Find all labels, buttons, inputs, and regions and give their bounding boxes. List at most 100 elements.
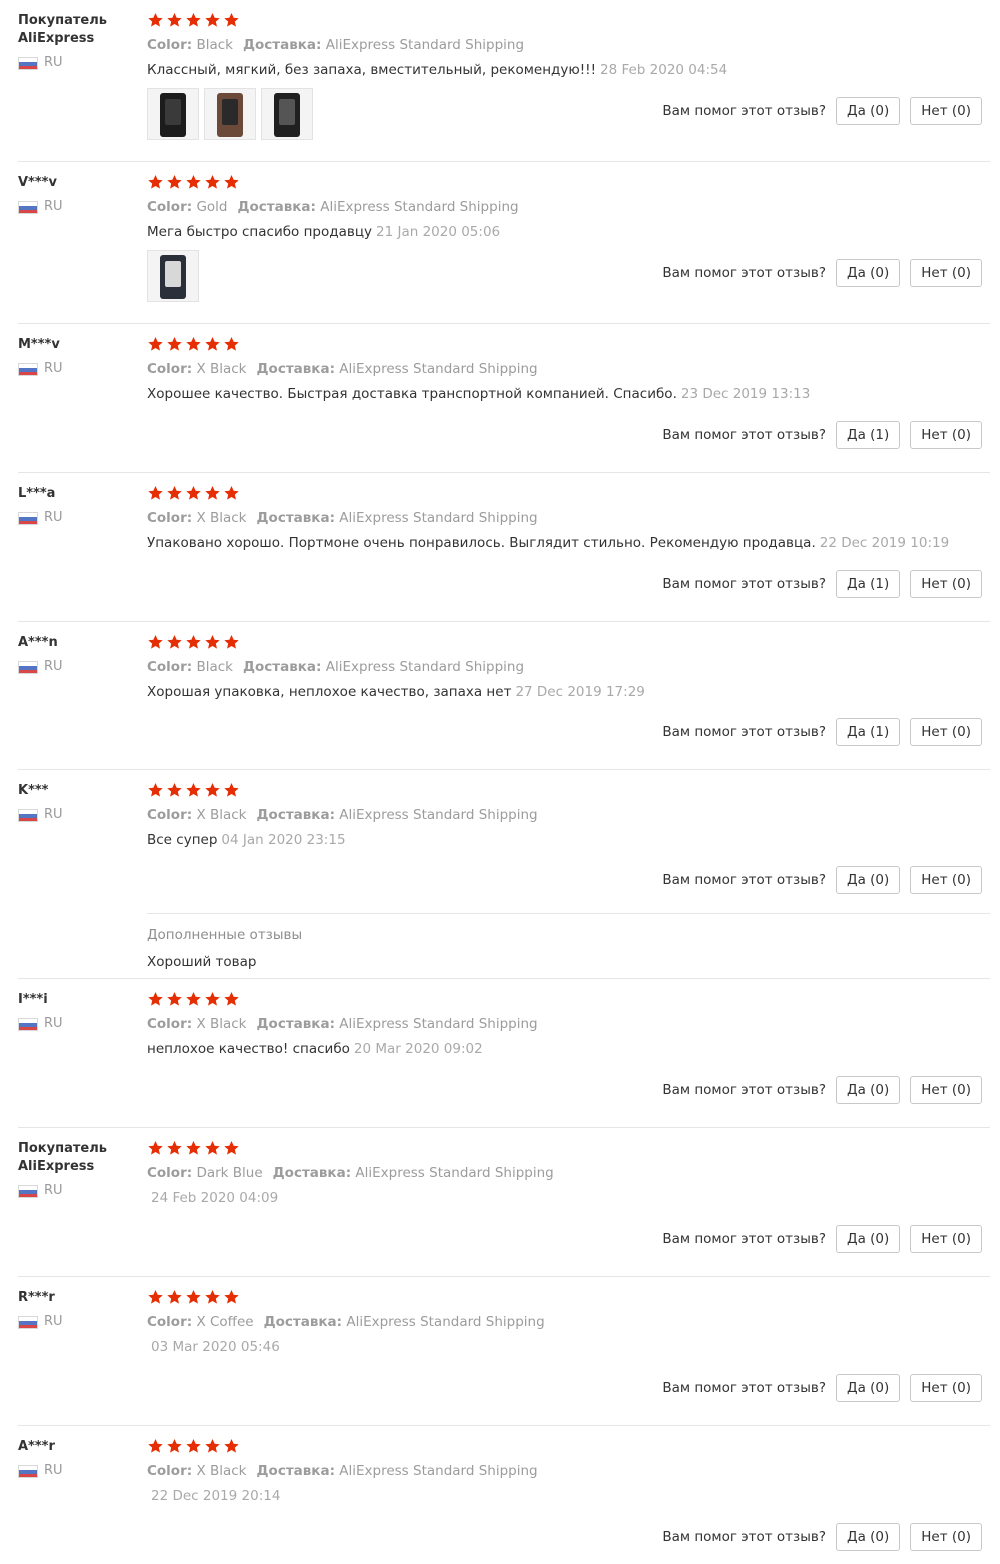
- review-text-row: Все супер 04 Jan 2020 23:15: [147, 831, 990, 849]
- reviewer-info: L***a RU: [18, 485, 143, 525]
- shipping-label: Доставка:: [256, 807, 335, 823]
- helpful-question: Вам помог этот отзыв?: [662, 576, 827, 592]
- reviewer-name: V***v: [18, 175, 57, 190]
- photo-detail: [279, 99, 295, 125]
- color-label: Color:: [147, 1314, 193, 1330]
- review-date: 04 Jan 2020 23:15: [221, 832, 346, 848]
- star-icon: [204, 336, 222, 353]
- helpful-vote: Вам помог этот отзыв? Да (0) Нет (0): [662, 97, 982, 125]
- helpful-no-button[interactable]: Нет (0): [910, 1225, 982, 1253]
- star-icon: [166, 485, 184, 502]
- star-icon: [204, 991, 222, 1008]
- helpful-no-button[interactable]: Нет (0): [910, 718, 982, 746]
- helpful-vote: Вам помог этот отзыв? Да (0) Нет (0): [662, 1523, 982, 1551]
- helpful-question: Вам помог этот отзыв?: [662, 265, 827, 281]
- russia-flag-icon: [18, 511, 38, 525]
- star-icon: [147, 634, 165, 651]
- helpful-no-button[interactable]: Нет (0): [910, 421, 982, 449]
- helpful-yes-button[interactable]: Да (0): [836, 1225, 901, 1253]
- review-photo-thumbnail[interactable]: [261, 88, 313, 140]
- shipping-label: Доставка:: [272, 1165, 352, 1181]
- helpful-yes-button[interactable]: Да (0): [836, 1374, 901, 1402]
- star-icon: [166, 782, 184, 799]
- color-value: X Coffee: [196, 1314, 254, 1330]
- country-code: RU: [44, 1016, 63, 1031]
- russia-flag-icon: [18, 200, 38, 214]
- reviewer-info: R***r RU: [18, 1289, 143, 1329]
- helpful-yes-button[interactable]: Да (1): [836, 421, 901, 449]
- helpful-no-button[interactable]: Нет (0): [910, 97, 982, 125]
- reviewer-name: Покупатель AliExpress: [18, 1141, 107, 1174]
- helpful-no-button[interactable]: Нет (0): [910, 259, 982, 287]
- additional-feedback-text: Хороший товар: [147, 954, 257, 970]
- helpful-yes-button[interactable]: Да (0): [836, 866, 901, 894]
- country-code: RU: [44, 659, 63, 674]
- review-content: Color: Black Доставка: AliExpress Standar…: [147, 634, 990, 701]
- shipping-label: Доставка:: [242, 37, 322, 53]
- helpful-yes-button[interactable]: Да (0): [836, 97, 901, 125]
- color-label: Color:: [147, 510, 193, 526]
- star-icon: [204, 1140, 222, 1157]
- review-date: 23 Dec 2019 13:13: [680, 386, 811, 402]
- star-icon: [166, 634, 184, 651]
- star-icon: [185, 1438, 203, 1455]
- star-icon: [166, 336, 184, 353]
- reviewer-info: M***v RU: [18, 336, 143, 376]
- helpful-no-button[interactable]: Нет (0): [910, 1523, 982, 1551]
- star-icon: [204, 782, 222, 799]
- helpful-no-button[interactable]: Нет (0): [910, 1076, 982, 1104]
- color-value: X Black: [196, 510, 247, 526]
- helpful-yes-button[interactable]: Да (0): [836, 259, 901, 287]
- color-label: Color:: [147, 1165, 193, 1181]
- review-photo-thumbnail[interactable]: [147, 250, 199, 302]
- review-content: Color: X Black Доставка: AliExpress Stand…: [147, 336, 990, 403]
- russia-flag-icon: [18, 660, 38, 674]
- helpful-no-button[interactable]: Нет (0): [910, 570, 982, 598]
- helpful-vote: Вам помог этот отзыв? Да (1) Нет (0): [662, 570, 982, 598]
- helpful-question: Вам помог этот отзыв?: [662, 103, 827, 119]
- shipping-label: Доставка:: [237, 199, 316, 215]
- helpful-yes-button[interactable]: Да (1): [836, 570, 901, 598]
- shipping-label: Доставка:: [256, 361, 335, 377]
- review-meta: Color: X Black Доставка: AliExpress Stand…: [147, 806, 990, 824]
- star-icon: [147, 1289, 165, 1306]
- review-text: Классный, мягкий, без запаха, вместитель…: [147, 62, 596, 78]
- star-rating: [147, 1140, 990, 1158]
- review-content: Color: X Black Доставка: AliExpress Stand…: [147, 991, 990, 1058]
- helpful-question: Вам помог этот отзыв?: [662, 724, 827, 740]
- helpful-yes-button[interactable]: Да (1): [836, 718, 901, 746]
- review-meta: Color: Dark Blue Доставка: AliExpress Sta…: [147, 1164, 990, 1182]
- review-meta: Color: Gold Доставка: AliExpress Standard…: [147, 198, 990, 216]
- helpful-vote: Вам помог этот отзыв? Да (0) Нет (0): [662, 866, 982, 894]
- helpful-no-button[interactable]: Нет (0): [910, 866, 982, 894]
- reviewer-name: R***r: [18, 1290, 55, 1305]
- helpful-yes-button[interactable]: Да (0): [836, 1523, 901, 1551]
- additional-feedback: Дополненные отзывы Хороший товар: [147, 913, 990, 971]
- reviewer-name: A***n: [18, 635, 58, 650]
- color-label: Color:: [147, 807, 193, 823]
- star-icon: [204, 174, 222, 191]
- photo-detail: [165, 261, 181, 287]
- review-photo-thumbnail[interactable]: [147, 88, 199, 140]
- review-photo-thumbnail[interactable]: [204, 88, 256, 140]
- country-code: RU: [44, 55, 63, 70]
- star-icon: [166, 1438, 184, 1455]
- helpful-yes-button[interactable]: Да (0): [836, 1076, 901, 1104]
- photo-detail: [165, 99, 181, 125]
- country-code: RU: [44, 1463, 63, 1478]
- star-icon: [204, 634, 222, 651]
- color-value: X Black: [196, 1016, 247, 1032]
- helpful-no-button[interactable]: Нет (0): [910, 1374, 982, 1402]
- country-code: RU: [44, 361, 63, 376]
- russia-flag-icon: [18, 56, 38, 70]
- color-label: Color:: [147, 199, 193, 215]
- shipping-value: AliExpress Standard Shipping: [339, 510, 538, 526]
- russia-flag-icon: [18, 1017, 38, 1031]
- review-text-row: Упаковано хорошо. Портмоне очень понрави…: [147, 534, 990, 552]
- star-icon: [147, 174, 165, 191]
- review-item: A***r RU Color: X Black Доставка: AliExpres…: [18, 1426, 990, 1564]
- reviewer-info: V***v RU: [18, 174, 143, 214]
- shipping-label: Доставка:: [256, 510, 335, 526]
- review-content: Color: X Black Доставка: AliExpress Stand…: [147, 485, 990, 552]
- reviewer-info: I***i RU: [18, 991, 143, 1031]
